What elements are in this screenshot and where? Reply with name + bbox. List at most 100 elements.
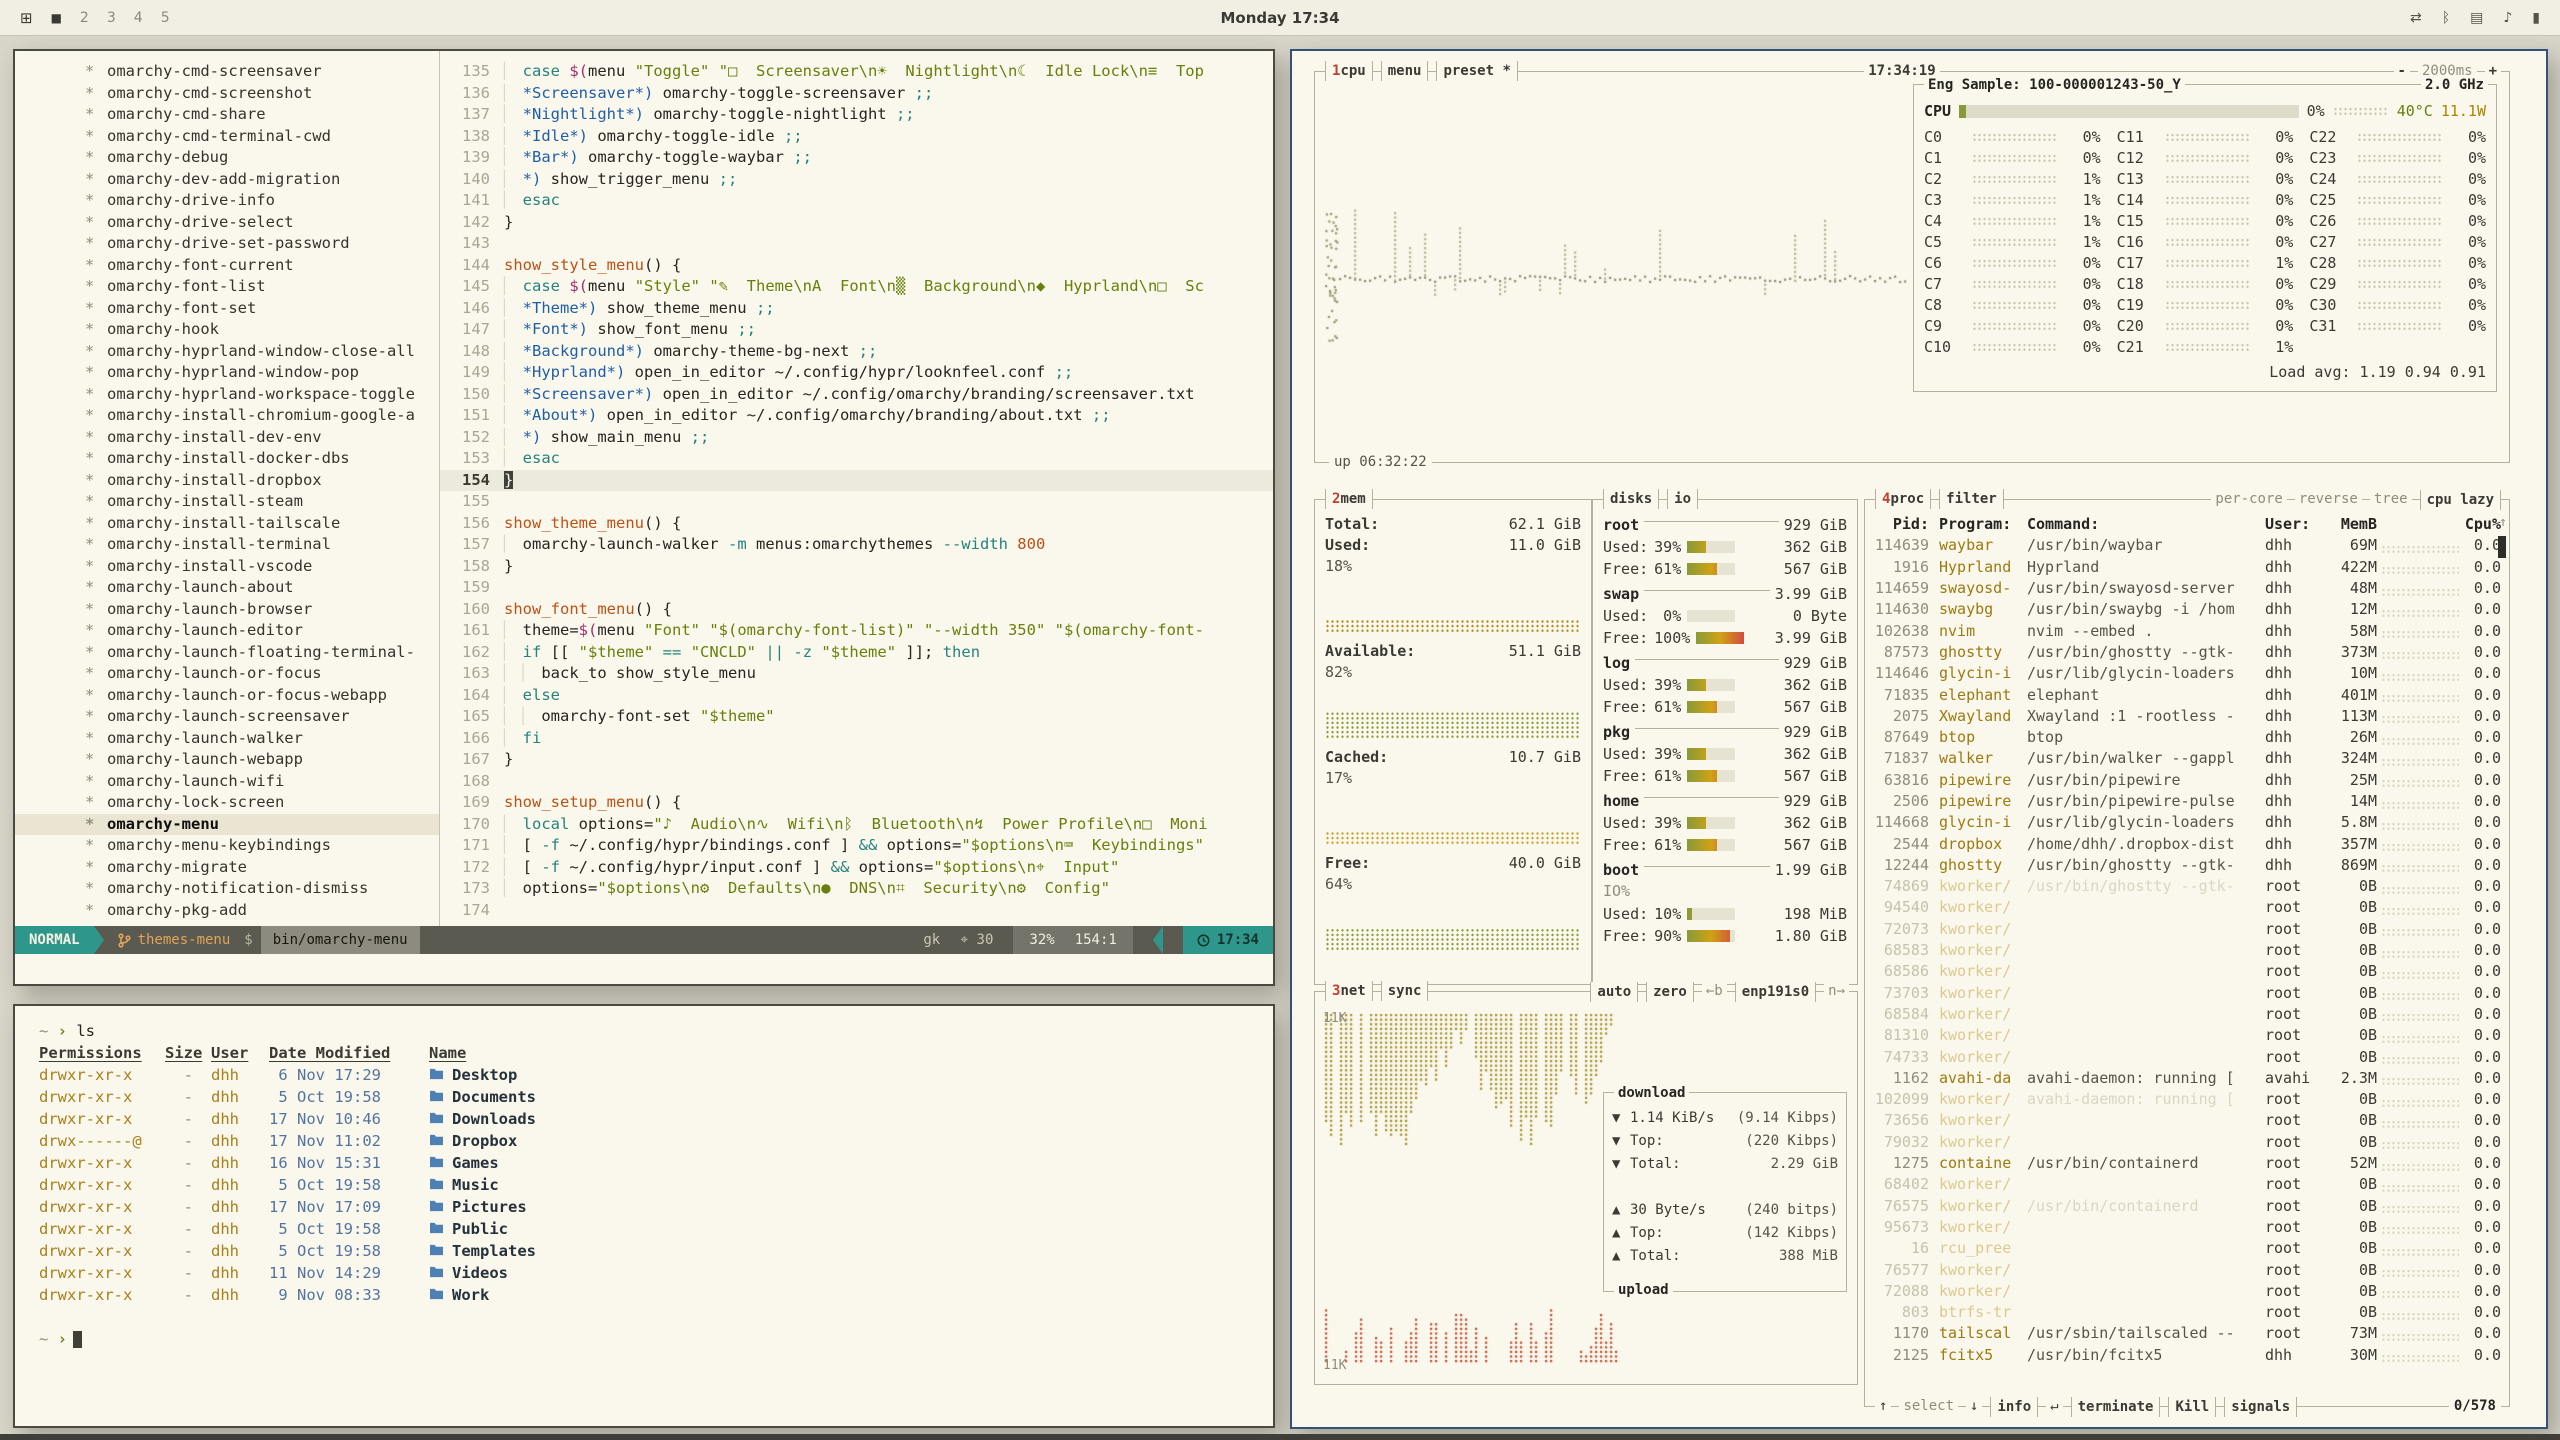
process-row[interactable]: 102638nvimnvim --embed .dhh58M0.0 (1873, 620, 2501, 641)
workspace-1-active[interactable]: ■ (51, 11, 62, 25)
file-item[interactable]: *omarchy-cmd-share (15, 104, 439, 126)
process-row[interactable]: 803btrfs-trroot0B0.0 (1873, 1302, 2501, 1323)
process-row[interactable]: 73656kworker/root0B0.0 (1873, 1110, 2501, 1131)
terminal-body[interactable]: ~ › lsPermissionsSizeUserDate ModifiedNa… (15, 1006, 1273, 1364)
net-tab[interactable]: 3net (1325, 981, 1373, 1001)
workspace-4[interactable]: 4 (134, 10, 143, 26)
file-item[interactable]: *omarchy-launch-editor (15, 620, 439, 642)
process-row[interactable]: 1162avahi-daavahi-daemon: running [avahi… (1873, 1068, 2501, 1089)
workspace-2[interactable]: 2 (80, 10, 89, 26)
process-row[interactable]: 114630swaybg/usr/bin/swaybg -i /homdhh12… (1873, 599, 2501, 620)
editor-window[interactable]: *omarchy-cmd-screensaver*omarchy-cmd-scr… (13, 49, 1275, 986)
menu-tab[interactable]: menu (1381, 61, 1429, 81)
disks-tab[interactable]: disks (1603, 489, 1659, 509)
process-row[interactable]: 1170tailscal/usr/sbin/tailscaled --root7… (1873, 1323, 2501, 1344)
tree-toggle[interactable]: tree (2370, 489, 2412, 510)
apps-icon[interactable]: ⊞ (20, 9, 33, 27)
terminal-window[interactable]: ~ › lsPermissionsSizeUserDate ModifiedNa… (13, 1004, 1275, 1428)
process-row[interactable]: 1275containe/usr/bin/containerdroot52M0.… (1873, 1153, 2501, 1174)
user-column-header[interactable]: User: (2265, 514, 2325, 535)
file-item[interactable]: *omarchy-launch-or-focus (15, 663, 439, 685)
file-item[interactable]: *omarchy-launch-about (15, 577, 439, 599)
sync-tab[interactable]: sync (1381, 981, 1429, 1001)
file-item[interactable]: *omarchy-launch-or-focus-webapp (15, 685, 439, 707)
process-row[interactable]: 87649btopbtopdhh26M0.0 (1873, 727, 2501, 748)
file-item[interactable]: *omarchy-font-current (15, 255, 439, 277)
process-row[interactable]: 73703kworker/root0B0.0 (1873, 983, 2501, 1004)
file-item[interactable]: *omarchy-cmd-screensaver (15, 61, 439, 83)
interface-tab[interactable]: enp191s0 (1735, 982, 1816, 1002)
interval-decrease-button[interactable]: - (2394, 61, 2410, 82)
network-icon[interactable]: ⇄ (2410, 10, 2422, 26)
memory-tab[interactable]: 2mem (1325, 489, 1373, 509)
select-down-button[interactable]: ↓ (1966, 1396, 1982, 1417)
process-row[interactable]: 68586kworker/root0B0.0 (1873, 961, 2501, 982)
process-row[interactable]: 74733kworker/root0B0.0 (1873, 1046, 2501, 1067)
process-row[interactable]: 63816pipewire/usr/bin/pipewiredhh25M0.0 (1873, 770, 2501, 791)
info-button[interactable]: info (1990, 1397, 2038, 1417)
program-column-header[interactable]: Program: (1939, 514, 2027, 535)
bluetooth-icon[interactable]: ᛒ (2442, 10, 2450, 26)
file-item[interactable]: *omarchy-install-dev-env (15, 427, 439, 449)
file-item[interactable]: *omarchy-launch-walker (15, 728, 439, 750)
volume-icon[interactable]: ♪ (2503, 10, 2512, 26)
battery-icon[interactable]: ▮ (2532, 10, 2540, 26)
file-item[interactable]: *omarchy-drive-info (15, 190, 439, 212)
process-row[interactable]: 2506pipewire/usr/bin/pipewire-pulsedhh14… (1873, 791, 2501, 812)
file-item[interactable]: *omarchy-install-docker-dbs (15, 448, 439, 470)
file-item[interactable]: *omarchy-notification-dismiss (15, 878, 439, 900)
file-item[interactable]: *omarchy-launch-wifi (15, 771, 439, 793)
file-item[interactable]: *omarchy-debug (15, 147, 439, 169)
process-row[interactable]: 2125fcitx5/usr/bin/fcitx5dhh30M0.0 (1873, 1345, 2501, 1366)
process-row[interactable]: 12244ghostty/usr/bin/ghostty --gtk-dhh86… (1873, 855, 2501, 876)
file-item[interactable]: *omarchy-lock-screen (15, 792, 439, 814)
command-column-header[interactable]: Command: (2027, 514, 2265, 535)
process-scrollbar[interactable] (2498, 536, 2506, 558)
process-row[interactable]: 1916HyprlandHyprlanddhh422M0.0 (1873, 557, 2501, 578)
process-row[interactable]: 114639waybar/usr/bin/waybardhh69M0.0 (1873, 535, 2501, 556)
terminate-button[interactable]: terminate (2071, 1397, 2161, 1417)
zero-tab[interactable]: zero (1646, 982, 1694, 1002)
file-list-pane[interactable]: *omarchy-cmd-screensaver*omarchy-cmd-scr… (15, 51, 440, 926)
process-row[interactable]: 2544dropbox/home/dhh/.dropbox-distdhh357… (1873, 833, 2501, 854)
sort-tab[interactable]: cpu lazy (2420, 490, 2501, 510)
file-item[interactable]: *omarchy-install-dropbox (15, 470, 439, 492)
file-item[interactable]: *omarchy-drive-select (15, 212, 439, 234)
process-row[interactable]: 72073kworker/root0B0.0 (1873, 919, 2501, 940)
select-up-button[interactable]: ↑ (1875, 1396, 1891, 1417)
file-item[interactable]: *omarchy-cmd-screenshot (15, 83, 439, 105)
preset-tab[interactable]: preset * (1436, 61, 1517, 81)
file-item[interactable]: *omarchy-install-chromium-google-a (15, 405, 439, 427)
file-item[interactable]: *omarchy-install-vscode (15, 556, 439, 578)
io-tab[interactable]: io (1667, 489, 1698, 509)
display-icon[interactable]: ▤ (2470, 10, 2483, 26)
file-item[interactable]: *omarchy-menu (15, 814, 439, 836)
file-item[interactable]: *omarchy-migrate (15, 857, 439, 879)
file-item[interactable]: *omarchy-dev-add-migration (15, 169, 439, 191)
process-row[interactable]: 72088kworker/root0B0.0 (1873, 1281, 2501, 1302)
file-item[interactable]: *omarchy-install-terminal (15, 534, 439, 556)
process-row[interactable]: 81310kworker/root0B0.0 (1873, 1025, 2501, 1046)
process-row[interactable]: 16rcu_preeroot0B0.0 (1873, 1238, 2501, 1259)
file-item[interactable]: *omarchy-launch-browser (15, 599, 439, 621)
pid-column-header[interactable]: Pid: (1873, 514, 1939, 535)
memory-column-header[interactable]: MemB (2325, 514, 2381, 535)
process-row[interactable]: 114659swayosd-/usr/bin/swayosd-serverdhh… (1873, 578, 2501, 599)
process-row[interactable]: 94540kworker/root0B0.0 (1873, 897, 2501, 918)
process-row[interactable]: 95673kworker/root0B0.0 (1873, 1217, 2501, 1238)
process-row[interactable]: 68402kworker/root0B0.0 (1873, 1174, 2501, 1195)
process-row[interactable]: 71835elephantelephantdhh401M0.0 (1873, 684, 2501, 705)
process-row[interactable]: 71837walker/usr/bin/walker --gappldhh324… (1873, 748, 2501, 769)
file-item[interactable]: *omarchy-drive-set-password (15, 233, 439, 255)
workspace-3[interactable]: 3 (107, 10, 116, 26)
scroll-up-arrow[interactable]: ↑ (2499, 512, 2507, 533)
process-row[interactable]: 2075XwaylandXwayland :1 -rootless -dhh11… (1873, 706, 2501, 727)
file-item[interactable]: *omarchy-hook (15, 319, 439, 341)
workspace-5[interactable]: 5 (161, 10, 170, 26)
file-item[interactable]: *omarchy-install-steam (15, 491, 439, 513)
file-item[interactable]: *omarchy-cmd-terminal-cwd (15, 126, 439, 148)
process-row[interactable]: 102099kworker/avahi-daemon: running [roo… (1873, 1089, 2501, 1110)
process-row[interactable]: 114646glycin-i/usr/lib/glycin-loadersdhh… (1873, 663, 2501, 684)
file-item[interactable]: *omarchy-hyprland-workspace-toggle (15, 384, 439, 406)
file-item[interactable]: *omarchy-install-tailscale (15, 513, 439, 535)
